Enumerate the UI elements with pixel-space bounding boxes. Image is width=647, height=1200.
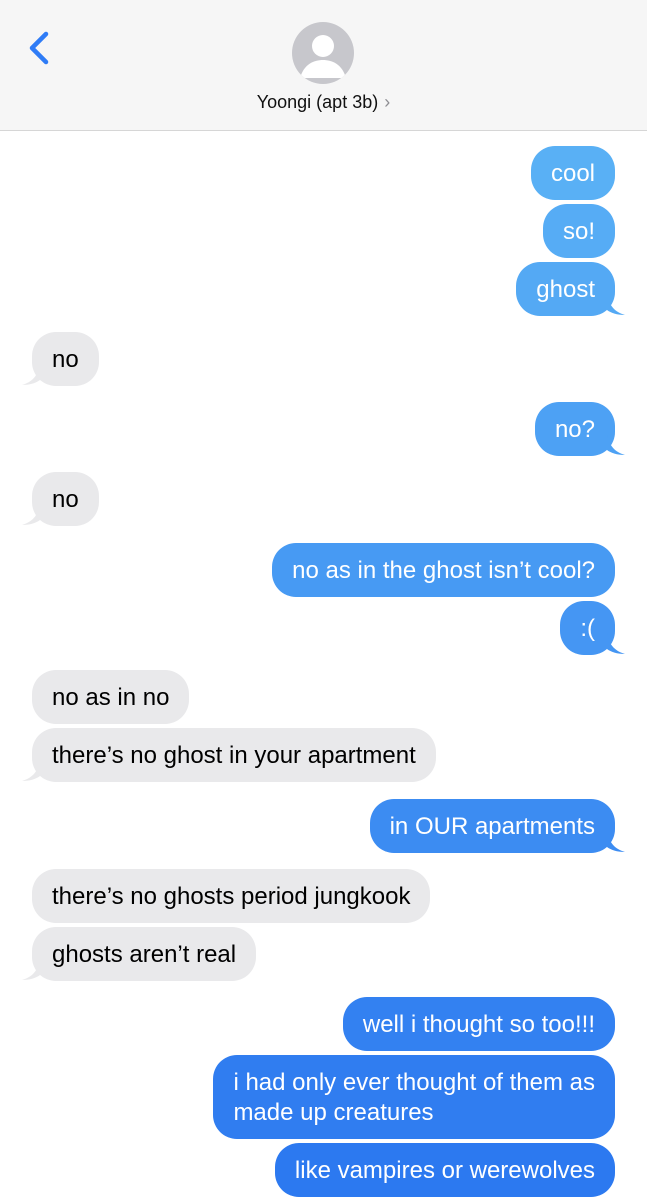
avatar[interactable] <box>292 22 354 84</box>
person-silhouette-icon <box>300 35 346 78</box>
sent-message-bubble[interactable]: i had only ever thought of them as made … <box>213 1055 615 1139</box>
received-bubble-tail <box>22 364 40 385</box>
received-message-bubble[interactable]: there’s no ghost in your apartment <box>32 728 436 782</box>
received-bubble-tail <box>22 760 40 781</box>
received-message-bubble[interactable]: ghosts aren’t real <box>32 927 257 981</box>
contact-name-button[interactable]: Yoongi (apt 3b) › <box>0 92 647 113</box>
message-text: :( <box>580 615 595 642</box>
sent-message-bubble[interactable]: so! <box>542 204 615 258</box>
message-text: no <box>52 486 79 513</box>
sent-message-bubble[interactable]: well i thought so too!!! <box>342 997 615 1051</box>
received-message-bubble[interactable]: no <box>32 472 99 526</box>
message-text: like vampires or werewolves <box>294 1157 595 1184</box>
message-text: ghosts aren’t real <box>52 941 237 968</box>
message-text: cool <box>550 160 595 187</box>
message-text: there’s no ghosts period jungkook <box>52 883 411 910</box>
message-text: in OUR apartments <box>389 813 595 840</box>
sent-message-bubble[interactable]: in OUR apartments <box>369 799 615 853</box>
back-button[interactable] <box>20 26 60 70</box>
message-text: ghost <box>536 276 595 303</box>
sent-bubble-tail <box>607 831 625 852</box>
message-text: well i thought so too!!! <box>362 1011 595 1038</box>
sent-message-bubble[interactable]: no? <box>534 402 615 456</box>
sent-bubble-tail <box>607 294 625 315</box>
received-message-bubble[interactable]: there’s no ghosts period jungkook <box>32 869 431 923</box>
message-text: so! <box>562 218 595 245</box>
received-bubble-tail <box>22 959 40 980</box>
message-text: no as in no <box>52 684 170 711</box>
sent-message-bubble[interactable]: like vampires or werewolves <box>274 1143 615 1197</box>
contact-name: Yoongi (apt 3b) <box>256 92 379 112</box>
message-text: i had only ever thought of them as made … <box>233 1069 595 1126</box>
message-text: no as in the ghost isn’t cool? <box>292 557 595 584</box>
conversation-header: Yoongi (apt 3b) › <box>0 0 647 131</box>
sent-message-bubble[interactable]: cool <box>530 146 615 200</box>
sent-bubble-tail <box>607 633 625 654</box>
received-message-bubble[interactable]: no <box>32 332 99 386</box>
sent-message-bubble[interactable]: ghost <box>516 262 615 316</box>
received-message-bubble[interactable]: no as in no <box>32 670 190 724</box>
message-text: there’s no ghost in your apartment <box>52 742 416 769</box>
message-text: no <box>52 346 79 373</box>
chevron-right-icon: › <box>384 92 391 112</box>
message-text: no? <box>554 416 595 443</box>
sent-bubble-tail <box>607 434 625 455</box>
received-bubble-tail <box>22 504 40 525</box>
sent-message-bubble[interactable]: no as in the ghost isn’t cool? <box>272 543 615 597</box>
chevron-left-icon <box>29 31 49 65</box>
